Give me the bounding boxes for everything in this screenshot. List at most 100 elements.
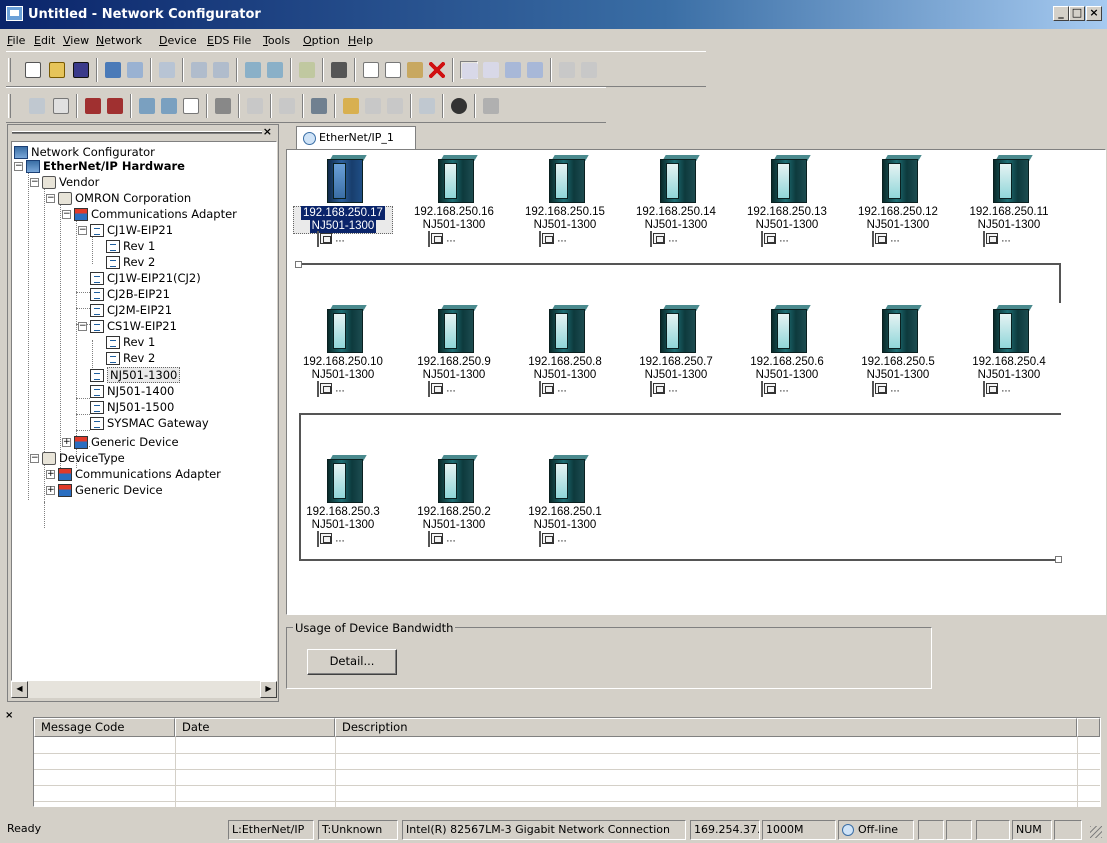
device-node[interactable]: 192.168.250.9 NJ501-1300 ... bbox=[404, 305, 504, 397]
device-node[interactable]: 192.168.250.3 NJ501-1300 ... bbox=[293, 455, 393, 547]
tag-set-icon[interactable] bbox=[138, 97, 156, 115]
device-node[interactable]: 192.168.250.10 NJ501-1300 ... bbox=[293, 305, 393, 397]
menu-help[interactable]: Help bbox=[348, 34, 373, 47]
tree-node-rev1[interactable]: Rev 1 bbox=[106, 238, 155, 254]
device-port[interactable]: ... bbox=[761, 231, 821, 247]
device-port[interactable]: ... bbox=[539, 531, 599, 547]
find-icon[interactable] bbox=[450, 97, 468, 115]
eds-install-icon[interactable] bbox=[418, 97, 436, 115]
tree-node-cj2m-eip21[interactable]: CJ2M-EIP21 bbox=[90, 302, 172, 318]
device-port[interactable]: ... bbox=[872, 381, 932, 397]
device-node[interactable]: 192.168.250.8 NJ501-1300 ... bbox=[515, 305, 615, 397]
close-icon[interactable]: × bbox=[263, 125, 272, 138]
wizard-icon[interactable] bbox=[342, 97, 360, 115]
tree-node-nj501-1300[interactable]: NJ501-1300 bbox=[90, 367, 181, 383]
connection-icon[interactable] bbox=[160, 97, 178, 115]
tree-node-devicetype-communications-adapter[interactable]: Communications Adapter bbox=[58, 466, 221, 482]
collapse-toggle[interactable]: − bbox=[30, 454, 39, 463]
menu-edit[interactable]: Edit bbox=[34, 34, 55, 47]
tab-ethernet-ip-1[interactable]: EtherNet/IP_1 bbox=[296, 126, 416, 150]
diagnosis-icon[interactable] bbox=[310, 97, 328, 115]
network-download-icon[interactable] bbox=[106, 97, 124, 115]
device-port[interactable]: ... bbox=[428, 231, 488, 247]
detail-button[interactable]: Detail... bbox=[307, 649, 397, 675]
device-port[interactable]: ... bbox=[539, 231, 599, 247]
monitor-icon[interactable] bbox=[52, 97, 70, 115]
menu-network[interactable]: Network bbox=[96, 34, 142, 47]
column-header-description[interactable]: Description bbox=[335, 718, 1077, 737]
tree-node-rev2[interactable]: Rev 2 bbox=[106, 350, 155, 366]
device-node[interactable]: 192.168.250.14 NJ501-1300 ... bbox=[626, 155, 726, 247]
device-node[interactable]: 192.168.250.12 NJ501-1300 ... bbox=[848, 155, 948, 247]
small-icon-view-icon[interactable] bbox=[482, 61, 500, 79]
network-canvas[interactable]: 192.168.250.17 NJ501-1300 ... 192.168.250.… bbox=[286, 149, 1106, 615]
eds-save-icon[interactable] bbox=[386, 97, 404, 115]
reset-icon[interactable] bbox=[214, 97, 232, 115]
menu-file[interactable]: File bbox=[7, 34, 25, 47]
device-port[interactable]: ... bbox=[428, 381, 488, 397]
resize-grip-icon[interactable] bbox=[1090, 826, 1102, 838]
device-node[interactable]: 192.168.250.17 NJ501-1300 ... bbox=[293, 155, 393, 247]
collapse-toggle[interactable]: − bbox=[78, 226, 87, 235]
device-port[interactable]: ... bbox=[761, 381, 821, 397]
collapse-toggle[interactable]: − bbox=[30, 178, 39, 187]
checkbox-tool-icon[interactable] bbox=[182, 97, 200, 115]
collapse-toggle[interactable]: − bbox=[78, 322, 87, 331]
tree-node-devicetype[interactable]: DeviceType bbox=[42, 450, 125, 466]
network-upload-icon[interactable] bbox=[84, 97, 102, 115]
expand-toggle[interactable]: + bbox=[62, 438, 71, 447]
menu-device[interactable]: Device bbox=[159, 34, 197, 47]
device-node[interactable]: 192.168.250.1 NJ501-1300 ... bbox=[515, 455, 615, 547]
offline-icon[interactable] bbox=[266, 61, 284, 79]
paste-icon[interactable] bbox=[406, 61, 424, 79]
device-port[interactable]: ... bbox=[983, 381, 1043, 397]
maximize-button[interactable]: □ bbox=[1069, 6, 1085, 21]
compare-icon[interactable] bbox=[158, 61, 176, 79]
report-icon[interactable] bbox=[278, 97, 296, 115]
menu-option[interactable]: Option bbox=[303, 34, 340, 47]
copy-icon[interactable] bbox=[384, 61, 402, 79]
device-port[interactable]: ... bbox=[539, 381, 599, 397]
expand-toggle[interactable]: + bbox=[46, 470, 55, 479]
menu-tools[interactable]: Tools bbox=[263, 34, 290, 47]
bus-terminator[interactable] bbox=[1055, 556, 1062, 563]
tree-node-nj501-1500[interactable]: NJ501-1500 bbox=[90, 399, 174, 415]
properties-icon[interactable] bbox=[482, 97, 500, 115]
tree-node-ethernet-ip-hardware[interactable]: EtherNet/IP Hardware bbox=[26, 158, 185, 174]
device-port[interactable]: ... bbox=[317, 531, 377, 547]
toolbar-grip[interactable] bbox=[8, 58, 11, 82]
large-icon-view-icon[interactable] bbox=[460, 61, 478, 79]
device-property-icon[interactable] bbox=[28, 97, 46, 115]
tree-node-rev1[interactable]: Rev 1 bbox=[106, 334, 155, 350]
eds-delete-icon[interactable] bbox=[364, 97, 382, 115]
connect-icon[interactable] bbox=[190, 61, 208, 79]
device-node[interactable]: 192.168.250.4 NJ501-1300 ... bbox=[959, 305, 1059, 397]
delete-icon[interactable] bbox=[428, 61, 446, 79]
collapse-toggle[interactable]: − bbox=[46, 194, 55, 203]
device-node[interactable]: 192.168.250.2 NJ501-1300 ... bbox=[404, 455, 504, 547]
bandwidth-icon[interactable] bbox=[246, 97, 264, 115]
close-button[interactable]: × bbox=[1086, 6, 1102, 21]
tile-icon[interactable] bbox=[580, 61, 598, 79]
scroll-right-arrow-icon[interactable]: ▶ bbox=[260, 681, 277, 698]
list-view-icon[interactable] bbox=[504, 61, 522, 79]
device-port[interactable]: ... bbox=[650, 381, 710, 397]
column-header-message-code[interactable]: Message Code bbox=[34, 718, 175, 737]
column-header-date[interactable]: Date bbox=[175, 718, 335, 737]
tree-node-rev2[interactable]: Rev 2 bbox=[106, 254, 155, 270]
minimize-button[interactable]: _ bbox=[1053, 6, 1069, 21]
device-node[interactable]: 192.168.250.13 NJ501-1300 ... bbox=[737, 155, 837, 247]
scroll-left-arrow-icon[interactable]: ◀ bbox=[11, 681, 28, 698]
collapse-toggle[interactable]: − bbox=[14, 162, 23, 171]
device-port[interactable]: ... bbox=[650, 231, 710, 247]
cut-icon[interactable] bbox=[362, 61, 380, 79]
bus-terminator[interactable] bbox=[295, 261, 302, 268]
panel-grip[interactable] bbox=[12, 131, 262, 134]
save-icon[interactable] bbox=[72, 61, 90, 79]
device-node[interactable]: 192.168.250.16 NJ501-1300 ... bbox=[404, 155, 504, 247]
device-port[interactable]: ... bbox=[872, 231, 932, 247]
close-icon[interactable]: × bbox=[5, 710, 13, 721]
toolbar-grip[interactable] bbox=[8, 94, 11, 118]
tree-node-sysmac-gateway[interactable]: SYSMAC Gateway bbox=[90, 415, 209, 431]
download-icon[interactable] bbox=[126, 61, 144, 79]
